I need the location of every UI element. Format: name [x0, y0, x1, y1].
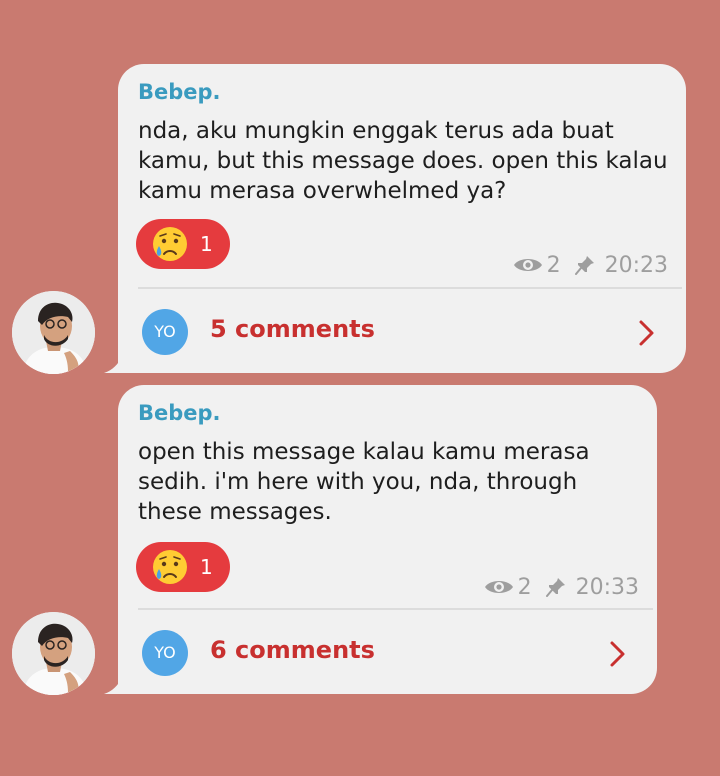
divider	[138, 608, 653, 610]
message-text: open this message kalau kamu merasa sedi…	[138, 439, 590, 525]
view-count: 2	[517, 574, 532, 600]
comments-count-label: 5 comments	[210, 315, 375, 343]
view-count: 2	[546, 252, 561, 278]
comments-button[interactable]: YO 6 comments	[118, 614, 657, 694]
comments-button[interactable]: YO 5 comments	[118, 293, 686, 373]
message-time: 20:23	[604, 252, 668, 278]
message-time: 20:33	[575, 574, 639, 600]
chevron-right-icon	[609, 640, 627, 668]
reaction-count: 1	[200, 555, 213, 579]
crying-face-icon	[151, 225, 189, 263]
author-name[interactable]: Bebep.	[138, 401, 221, 425]
eye-icon	[513, 255, 543, 275]
reaction-count: 1	[200, 232, 213, 256]
message-bubble: Bebep. nda, aku mungkin enggak terus ada…	[118, 64, 686, 373]
divider	[138, 287, 682, 289]
message-meta: 2 20:33	[484, 573, 639, 601]
pin-icon	[574, 255, 595, 275]
author-name[interactable]: Bebep.	[138, 80, 221, 104]
reaction-chip[interactable]: 1	[136, 219, 230, 269]
sender-avatar[interactable]	[12, 291, 95, 374]
message-text: nda, aku mungkin enggak terus ada buat k…	[138, 118, 668, 204]
commenter-avatar: YO	[142, 309, 188, 355]
chevron-right-icon	[638, 319, 656, 347]
channel-post: Bebep. nda, aku mungkin enggak terus ada…	[0, 0, 720, 380]
reaction-chip[interactable]: 1	[136, 542, 230, 592]
message-meta: 2 20:23	[513, 251, 668, 279]
eye-icon	[484, 577, 514, 597]
sender-avatar[interactable]	[12, 612, 95, 695]
comments-count-label: 6 comments	[210, 636, 375, 664]
crying-face-icon	[151, 548, 189, 586]
pin-icon	[545, 577, 566, 597]
commenter-avatar: YO	[142, 630, 188, 676]
message-bubble: Bebep. open this message kalau kamu mera…	[118, 385, 657, 694]
channel-post: Bebep. open this message kalau kamu mera…	[0, 380, 720, 700]
